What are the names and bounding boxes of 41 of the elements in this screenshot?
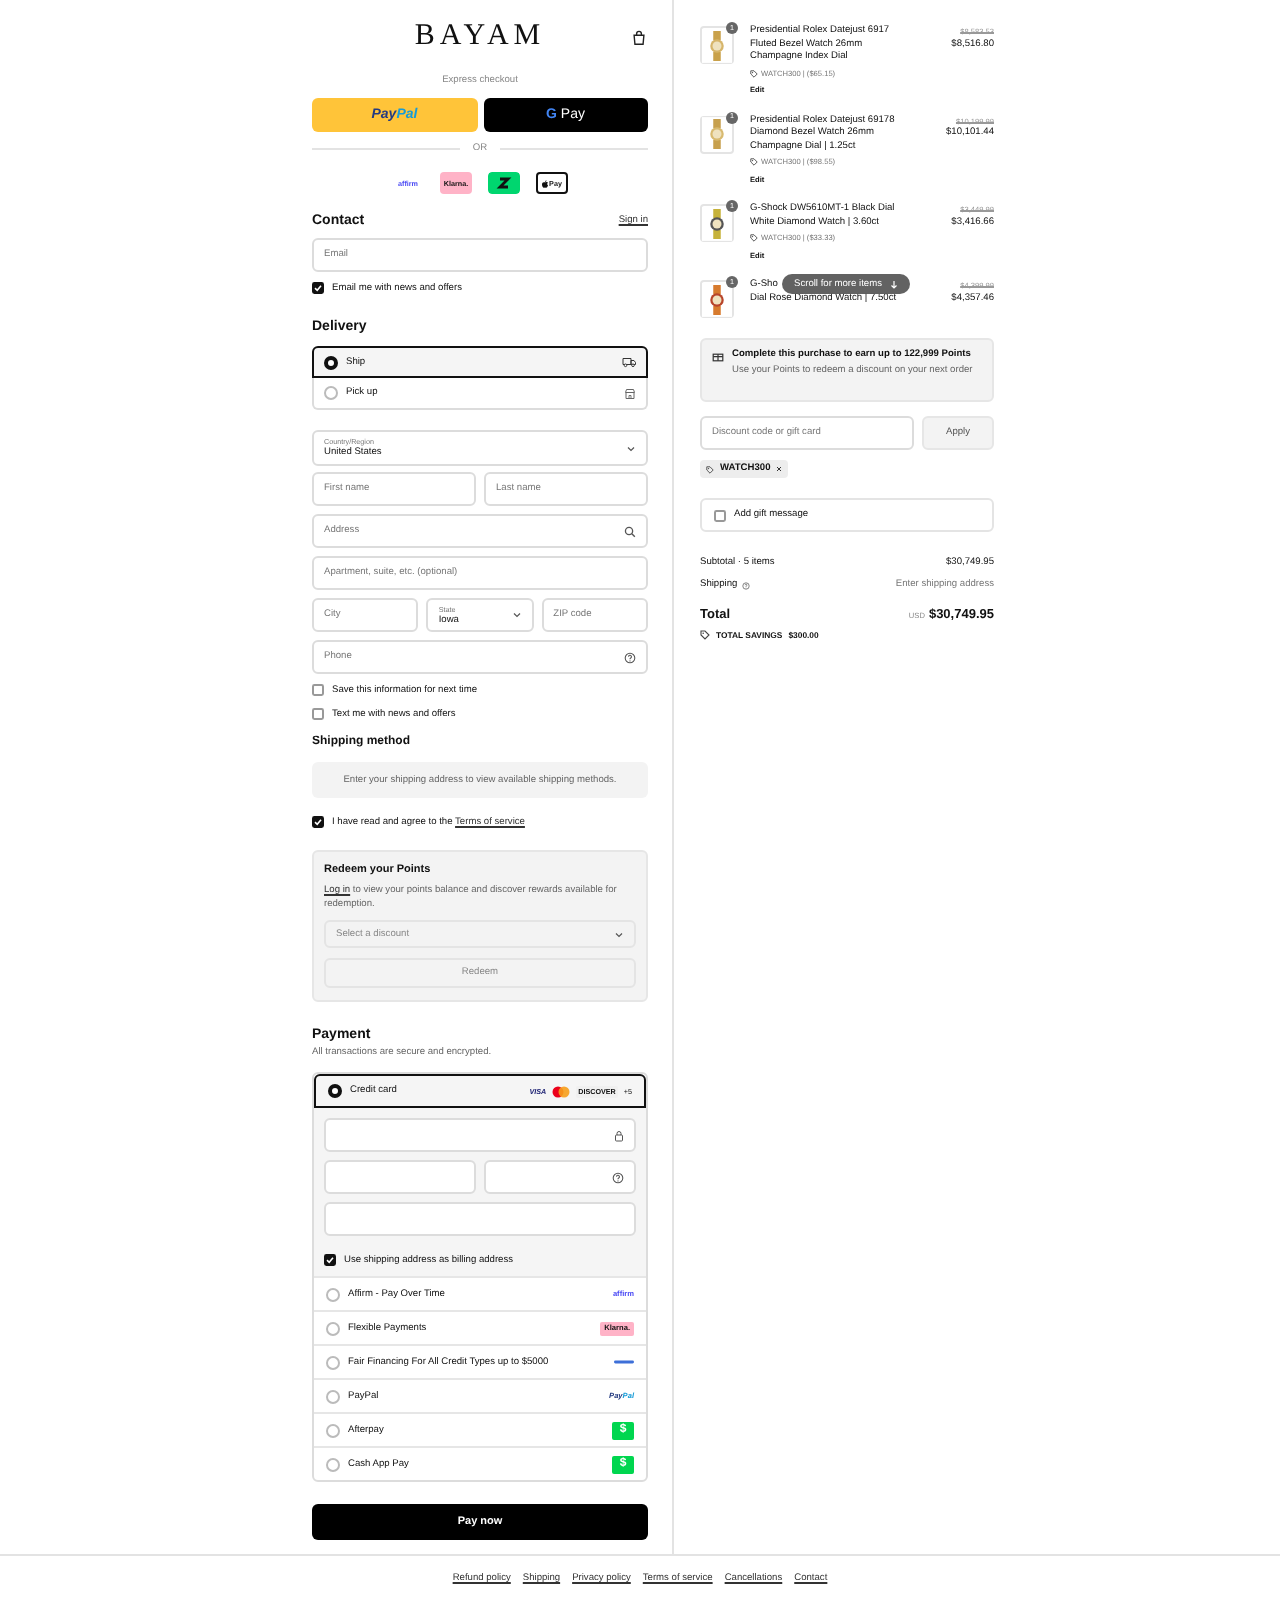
store-icon <box>624 387 636 399</box>
radio-button[interactable] <box>326 1389 340 1403</box>
security-code-field[interactable] <box>484 1160 636 1194</box>
name-on-card-field[interactable] <box>324 1202 636 1236</box>
mastercard-icon <box>552 1085 571 1097</box>
radio-button[interactable] <box>326 1287 340 1301</box>
checkbox[interactable] <box>324 1254 336 1266</box>
chevron-down-icon <box>511 610 522 620</box>
lock-icon <box>614 1129 624 1141</box>
radio-button[interactable] <box>324 386 338 400</box>
card-number-field[interactable] <box>324 1118 636 1152</box>
chevron-down-icon <box>626 443 636 453</box>
checkbox[interactable] <box>312 282 324 294</box>
tag-icon <box>750 234 758 243</box>
shopping-bag-icon[interactable] <box>632 29 646 45</box>
help-icon <box>612 1171 624 1183</box>
checkbox[interactable] <box>312 816 324 828</box>
tag-icon <box>706 465 714 473</box>
help-icon <box>741 581 750 589</box>
checkbox[interactable] <box>312 684 324 696</box>
arrow-down-icon <box>889 279 898 289</box>
link-logo-icon[interactable] <box>488 172 520 194</box>
radio-button[interactable] <box>328 1084 342 1098</box>
close-icon[interactable] <box>776 466 783 472</box>
expiration-date-field[interactable] <box>324 1160 476 1194</box>
truck-icon <box>622 356 636 368</box>
radio-button[interactable] <box>324 355 338 369</box>
tag-icon <box>750 158 758 167</box>
checkbox[interactable] <box>312 708 324 720</box>
radio-button[interactable] <box>326 1321 340 1335</box>
search-icon <box>624 525 636 537</box>
radio-button[interactable] <box>326 1423 340 1437</box>
radio-button[interactable] <box>326 1457 340 1471</box>
store-logo[interactable]: BAYAM <box>414 20 546 54</box>
tag-icon <box>700 630 710 640</box>
chevron-down-icon <box>614 929 624 939</box>
gift-icon <box>712 350 724 362</box>
checkbox[interactable] <box>714 509 726 521</box>
help-icon <box>624 651 636 663</box>
radio-button[interactable] <box>326 1355 340 1369</box>
tag-icon <box>750 69 758 78</box>
